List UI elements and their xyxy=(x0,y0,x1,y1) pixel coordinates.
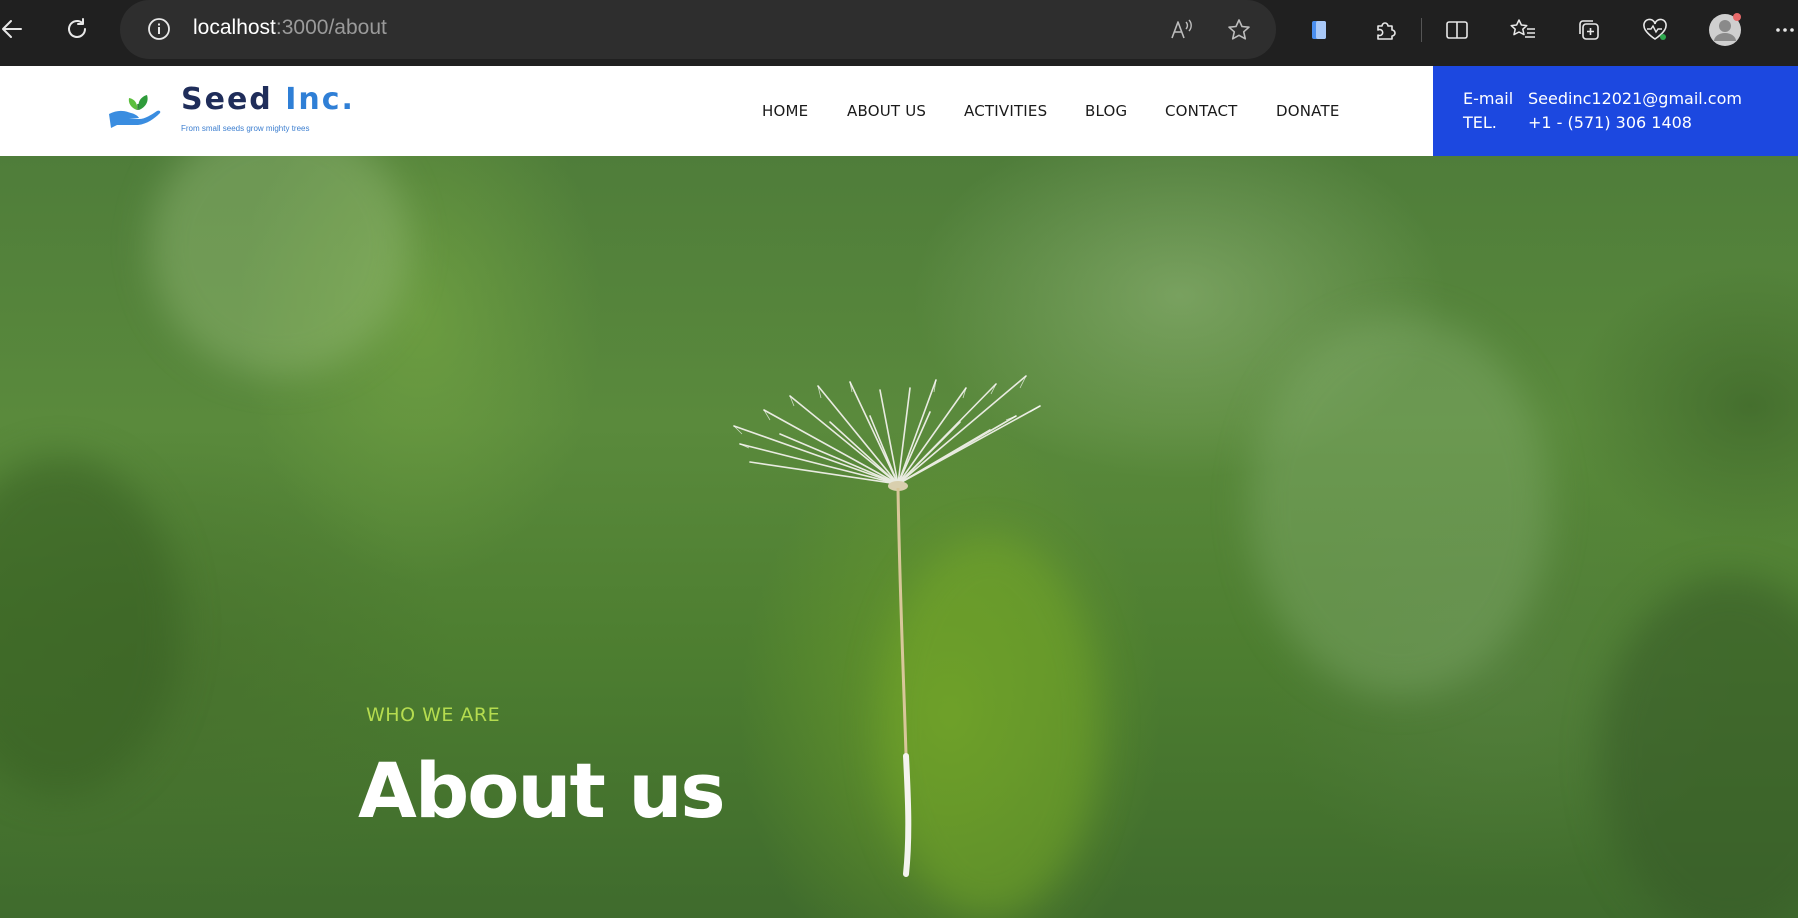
extensions-icon[interactable] xyxy=(1366,11,1404,49)
main-navigation: HOME ABOUT US ACTIVITIES BLOG CONTACT DO… xyxy=(0,66,1430,156)
site-info-icon[interactable] xyxy=(144,14,174,44)
toolbar-divider xyxy=(1421,18,1422,42)
nav-about-us[interactable]: ABOUT US xyxy=(847,102,926,120)
url-host: localhost xyxy=(193,16,276,39)
dandelion-seed-image xyxy=(733,375,1041,877)
contact-info-box: E-mail Seedinc12021@gmail.com TEL. +1 - … xyxy=(1433,66,1798,156)
hero-banner: WHO WE ARE About us xyxy=(0,156,1798,918)
background-bokeh xyxy=(1600,576,1798,918)
read-aloud-icon[interactable] xyxy=(1165,14,1197,46)
nav-home[interactable]: HOME xyxy=(762,102,808,120)
email-value[interactable]: Seedinc12021@gmail.com xyxy=(1528,89,1742,108)
address-bar[interactable]: localhost:3000/about xyxy=(120,0,1276,59)
nav-blog[interactable]: BLOG xyxy=(1085,102,1127,120)
back-arrow-icon[interactable] xyxy=(0,11,30,47)
browser-toolbar: localhost:3000/about xyxy=(0,0,1798,66)
background-bokeh xyxy=(0,456,180,796)
collections-icon[interactable] xyxy=(1570,11,1608,49)
nav-activities[interactable]: ACTIVITIES xyxy=(964,102,1047,120)
browser-essentials-icon[interactable] xyxy=(1636,11,1674,49)
tel-label: TEL. xyxy=(1463,113,1497,132)
split-screen-icon[interactable] xyxy=(1438,11,1476,49)
favorites-list-icon[interactable] xyxy=(1504,11,1542,49)
sidebar-app-icon[interactable] xyxy=(1300,11,1338,49)
more-options-icon[interactable] xyxy=(1766,11,1798,49)
refresh-icon[interactable] xyxy=(59,11,95,47)
section-eyebrow: WHO WE ARE xyxy=(366,704,501,726)
nav-donate[interactable]: DONATE xyxy=(1276,102,1340,120)
site-header: Seed Inc. From small seeds grow mighty t… xyxy=(0,66,1798,156)
email-label: E-mail xyxy=(1463,89,1514,108)
background-bokeh xyxy=(150,156,410,376)
tel-value[interactable]: +1 - (571) 306 1408 xyxy=(1528,113,1692,132)
url-path: :3000/about xyxy=(275,16,387,39)
background-bokeh xyxy=(1250,316,1550,696)
profile-avatar-icon[interactable] xyxy=(1706,11,1744,49)
page-title: About us xyxy=(358,746,726,835)
url-text[interactable]: localhost:3000/about xyxy=(193,16,387,40)
nav-contact[interactable]: CONTACT xyxy=(1165,102,1238,120)
favorite-star-icon[interactable] xyxy=(1223,14,1255,46)
